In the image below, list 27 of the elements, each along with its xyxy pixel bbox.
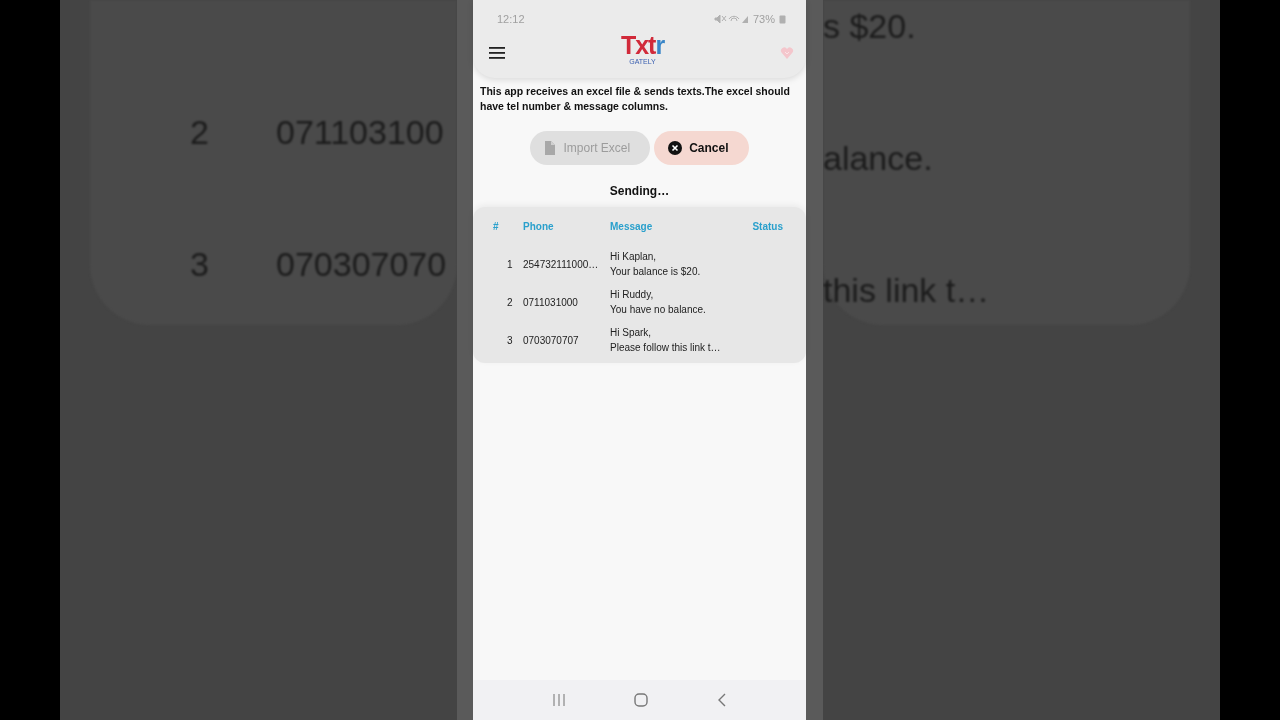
column-header: # xyxy=(492,220,500,232)
table-cell-text: 0703070707 xyxy=(523,334,580,346)
app-logo: Txtr xyxy=(620,32,665,58)
home-icon[interactable] xyxy=(634,693,649,707)
status-text: Sending… xyxy=(608,184,671,198)
recents-icon[interactable] xyxy=(552,694,565,706)
table-cell-text: Hi Ruddy, You have no balance. xyxy=(610,288,707,317)
table-cell-text: 2 xyxy=(506,296,514,308)
back-icon[interactable] xyxy=(718,693,727,707)
column-header: Message xyxy=(610,220,654,232)
table-cell-text: 0711031000 xyxy=(523,296,579,308)
column-header: Phone xyxy=(523,220,555,232)
file-icon xyxy=(544,141,557,155)
cancel-icon xyxy=(668,141,683,155)
description-text: This app receives an excel file & sends texts.The excel should have tel number & message columns. xyxy=(479,84,791,114)
table-cell-text: Hi Kaplan, Your balance is $20. xyxy=(610,250,702,279)
menu-icon[interactable] xyxy=(489,46,505,60)
status-icons xyxy=(713,14,749,24)
cancel-button[interactable]: Cancel xyxy=(654,131,749,165)
table-cell-text: Hi Spark, Please follow this link t… xyxy=(610,326,722,355)
status-time: 12:12 xyxy=(497,13,525,25)
table-cell-text: 254732111000… xyxy=(523,258,600,270)
battery-percent: 73% xyxy=(752,13,775,25)
battery-icon xyxy=(779,14,786,24)
table-cell-text: 3 xyxy=(506,334,514,346)
column-header: Status xyxy=(751,220,784,232)
table-cell-text: 1 xyxy=(506,258,514,270)
